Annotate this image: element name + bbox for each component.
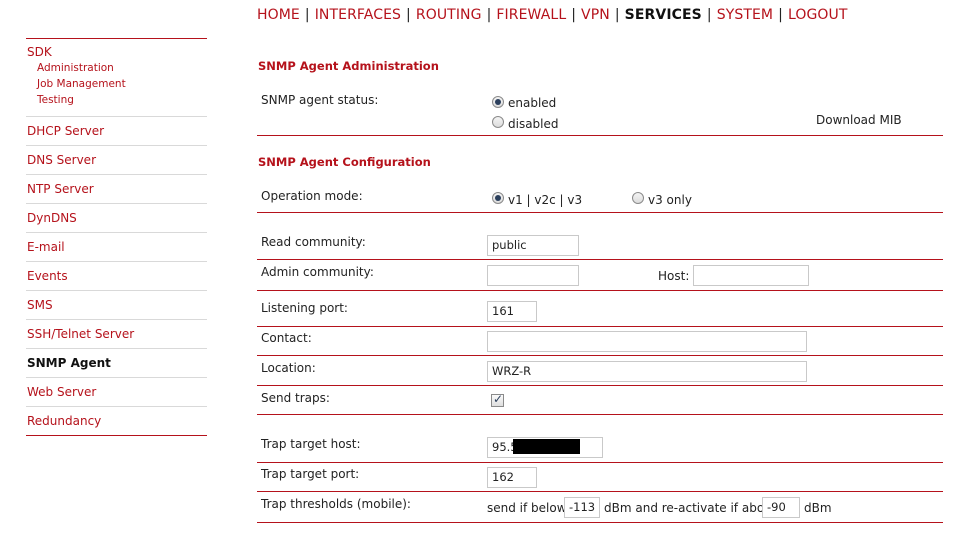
admin-community-label: Admin community: [261, 265, 374, 279]
divider [257, 491, 943, 492]
sidebar-item-dns-server[interactable]: DNS Server [26, 146, 207, 175]
radio-mode-v3-only-label[interactable]: v3 only [648, 193, 692, 207]
main-content: SNMP Agent Administration SNMP agent sta… [257, 0, 943, 533]
sidebar-item-ssh-telnet-server[interactable]: SSH/Telnet Server [26, 320, 207, 349]
send-if-below-text: send if below [487, 501, 567, 515]
read-community-label: Read community: [261, 235, 366, 249]
admin-community-input[interactable] [487, 265, 579, 286]
divider [257, 290, 943, 291]
listening-port-label: Listening port: [261, 301, 348, 315]
radio-mode-v1-v2c-v3[interactable] [492, 192, 504, 204]
radio-disabled-label[interactable]: disabled [508, 117, 559, 131]
snmp-agent-status-label: SNMP agent status: [261, 93, 379, 107]
sidebar-item-events[interactable]: Events [26, 262, 207, 291]
divider [257, 259, 943, 260]
sidebar-item-email[interactable]: E-mail [26, 233, 207, 262]
checkmark-icon: ✓ [493, 392, 504, 406]
download-mib-link[interactable]: Download MIB [816, 113, 902, 127]
trap-thresholds-label: Trap thresholds (mobile): [261, 497, 411, 511]
trap-target-port-input[interactable]: 162 [487, 467, 537, 488]
sidebar-subitem-job-management[interactable]: Job Management [27, 76, 207, 92]
divider [257, 522, 943, 523]
radio-enabled[interactable] [492, 96, 504, 108]
divider [257, 355, 943, 356]
threshold-above-input[interactable]: -90 [762, 497, 800, 518]
listening-port-input[interactable]: 161 [487, 301, 537, 322]
operation-mode-label: Operation mode: [261, 189, 363, 203]
trap-target-host-label: Trap target host: [261, 437, 361, 451]
sidebar-item-sms[interactable]: SMS [26, 291, 207, 320]
section-title-configuration: SNMP Agent Configuration [258, 155, 431, 169]
radio-mode-v3-only[interactable] [632, 192, 644, 204]
contact-input[interactable] [487, 331, 807, 352]
host-label: Host: [658, 269, 690, 283]
location-label: Location: [261, 361, 316, 375]
divider [257, 385, 943, 386]
sidebar-item-sdk[interactable]: SDK [27, 45, 207, 60]
sidebar-item-dhcp-server[interactable]: DHCP Server [26, 117, 207, 146]
divider [257, 462, 943, 463]
divider [257, 414, 943, 415]
sidebar-group-sdk: SDK Administration Job Management Testin… [26, 39, 207, 117]
sidebar-subitem-administration[interactable]: Administration [27, 60, 207, 76]
sidebar-item-ntp-server[interactable]: NTP Server [26, 175, 207, 204]
section-title-administration: SNMP Agent Administration [258, 59, 439, 73]
divider [257, 212, 943, 213]
sidebar-item-snmp-agent[interactable]: SNMP Agent [26, 349, 207, 378]
reactivate-text: dBm and re-activate if above [604, 501, 779, 515]
radio-mode-v1-v2c-v3-label[interactable]: v1 | v2c | v3 [508, 193, 582, 207]
contact-label: Contact: [261, 331, 312, 345]
send-traps-label: Send traps: [261, 391, 330, 405]
read-community-input[interactable]: public [487, 235, 579, 256]
radio-disabled[interactable] [492, 116, 504, 128]
trap-target-port-label: Trap target port: [261, 467, 360, 481]
host-input[interactable] [693, 265, 809, 286]
sidebar-item-redundancy[interactable]: Redundancy [26, 407, 207, 436]
threshold-below-input[interactable]: -113 [564, 497, 600, 518]
sidebar: SDK Administration Job Management Testin… [26, 38, 207, 436]
sidebar-subitem-testing[interactable]: Testing [27, 92, 207, 108]
location-input[interactable]: WRZ-R [487, 361, 807, 382]
dbm-unit-text: dBm [804, 501, 832, 515]
sidebar-item-web-server[interactable]: Web Server [26, 378, 207, 407]
send-traps-checkbox[interactable]: ✓ [491, 392, 504, 407]
sidebar-item-dyndns[interactable]: DynDNS [26, 204, 207, 233]
radio-enabled-label[interactable]: enabled [508, 96, 556, 110]
redacted-block [513, 439, 580, 454]
divider [257, 135, 943, 136]
divider [257, 326, 943, 327]
